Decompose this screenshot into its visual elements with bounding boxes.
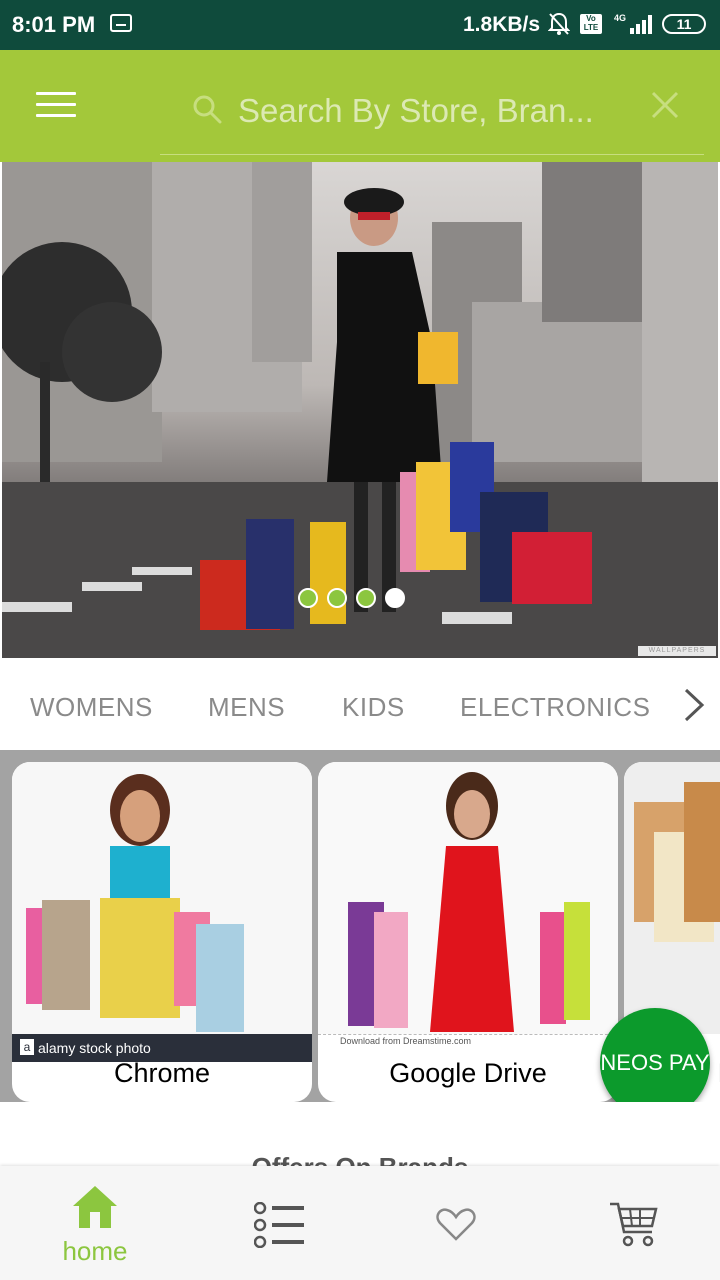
- hamburger-menu-icon[interactable]: [36, 92, 76, 122]
- product-card[interactable]: alamy stock photo Chrome: [12, 762, 312, 1102]
- signal-icon: 4G: [614, 13, 652, 34]
- cart-icon: [610, 1202, 658, 1247]
- carousel-dot-active[interactable]: [385, 588, 405, 608]
- nav-favorites[interactable]: [370, 1166, 550, 1280]
- status-bar: 8:01 PM 1.8KB/s Vo LTE 4G 11: [0, 0, 720, 50]
- carousel-dot[interactable]: [356, 588, 376, 608]
- watermark: WALLPAPERS: [638, 646, 716, 656]
- product-label: Chrome: [113, 1058, 211, 1088]
- nav-list[interactable]: [190, 1166, 370, 1280]
- chevron-right-icon[interactable]: [682, 686, 706, 724]
- status-time: 8:01 PM: [12, 12, 96, 37]
- bell-muted-icon: [547, 12, 571, 42]
- carousel-dot[interactable]: [327, 588, 347, 608]
- category-tab-kids[interactable]: KIDS: [342, 692, 405, 723]
- network-type: 4G: [614, 13, 626, 23]
- heart-icon: [436, 1208, 476, 1241]
- network-speed: 1.8KB/s: [463, 13, 541, 36]
- nav-home[interactable]: home: [0, 1166, 180, 1280]
- product-image: [318, 762, 618, 1034]
- search-input[interactable]: [238, 88, 618, 134]
- category-tab-womens[interactable]: WOMENS: [30, 692, 153, 723]
- category-tab-electronics[interactable]: ELECTRONICS: [460, 692, 650, 723]
- volte-icon: Vo LTE: [580, 14, 602, 34]
- carousel-indicator: [298, 588, 414, 613]
- nav-cart[interactable]: [550, 1166, 720, 1280]
- search-icon: [193, 95, 222, 124]
- product-image: [12, 762, 312, 1034]
- category-tab-mens[interactable]: MENS: [208, 692, 285, 723]
- home-icon: [73, 1186, 117, 1228]
- search-bar: [160, 76, 704, 155]
- list-icon: [254, 1202, 304, 1248]
- nav-home-label: home: [62, 1236, 128, 1266]
- product-image: [624, 762, 720, 1034]
- promo-banner[interactable]: WALLPAPERS: [2, 162, 718, 658]
- product-card[interactable]: Download from Dreamstime.com Google Driv…: [318, 762, 618, 1102]
- carousel-dot[interactable]: [298, 588, 318, 608]
- app-header: [0, 50, 720, 162]
- screen-record-icon: [110, 14, 132, 32]
- category-tabs: WOMENS MENS KIDS ELECTRONICS: [0, 660, 720, 750]
- bottom-navigation: home: [0, 1166, 720, 1280]
- product-label: Google Drive: [389, 1058, 547, 1088]
- banner-image: [2, 162, 718, 658]
- close-icon[interactable]: [650, 90, 680, 120]
- offers-section: Offers On Brands: [0, 1102, 720, 1168]
- battery-icon: 11: [662, 14, 706, 34]
